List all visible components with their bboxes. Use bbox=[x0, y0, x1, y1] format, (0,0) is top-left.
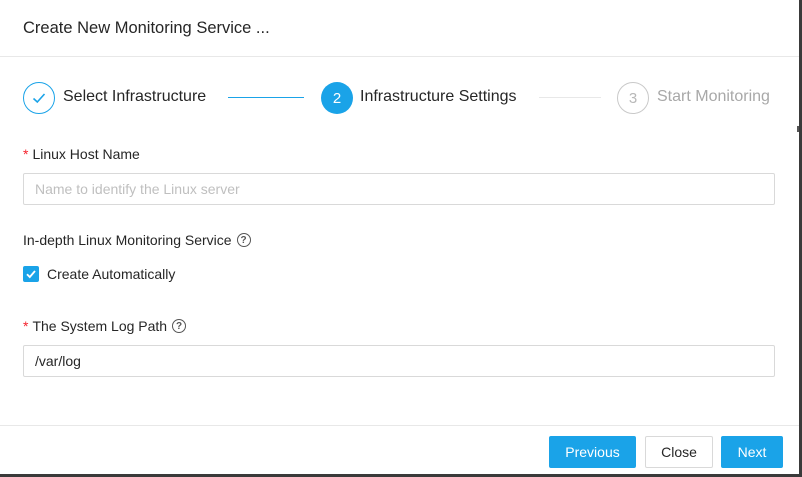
help-icon[interactable]: ? bbox=[236, 233, 251, 247]
step-3-label: Start Monitoring bbox=[657, 88, 770, 105]
indepth-label: In-depth Linux Monitoring Service ? bbox=[23, 232, 251, 248]
dialog-title: Create New Monitoring Service ... bbox=[23, 19, 270, 37]
step-2-label: Infrastructure Settings bbox=[360, 88, 517, 105]
required-mark: * bbox=[23, 146, 29, 162]
create-automatically-label[interactable]: Create Automatically bbox=[47, 266, 175, 282]
create-automatically-row[interactable]: Create Automatically bbox=[23, 266, 175, 282]
host-name-label: * Linux Host Name bbox=[23, 146, 140, 162]
step-1-label: Select Infrastructure bbox=[63, 88, 207, 105]
required-mark: * bbox=[23, 318, 29, 334]
create-monitoring-dialog: Create New Monitoring Service ... Select… bbox=[0, 0, 802, 477]
log-path-input[interactable] bbox=[23, 345, 775, 377]
scrollbar-tick bbox=[797, 126, 799, 132]
log-path-label: * The System Log Path ? bbox=[23, 318, 187, 334]
host-name-input[interactable] bbox=[23, 173, 775, 205]
step-connector-2 bbox=[539, 97, 601, 98]
step-3-number: 3 bbox=[617, 82, 649, 114]
previous-button[interactable]: Previous bbox=[549, 436, 636, 468]
step-connector-1 bbox=[228, 97, 304, 98]
check-icon bbox=[32, 93, 46, 104]
help-icon[interactable]: ? bbox=[172, 319, 187, 333]
create-automatically-checkbox[interactable] bbox=[23, 266, 39, 282]
step-1-check-icon bbox=[23, 82, 55, 114]
checkmark-icon bbox=[26, 270, 36, 279]
next-button[interactable]: Next bbox=[721, 436, 783, 468]
host-name-label-text: Linux Host Name bbox=[32, 146, 140, 162]
step-2-number: 2 bbox=[321, 82, 353, 114]
log-path-label-text: The System Log Path bbox=[32, 318, 168, 334]
steps-bar: Select Infrastructure 2 Infrastructure S… bbox=[0, 80, 799, 116]
close-button[interactable]: Close bbox=[645, 436, 713, 468]
indepth-label-text: In-depth Linux Monitoring Service bbox=[23, 232, 232, 248]
dialog-header: Create New Monitoring Service ... bbox=[0, 0, 799, 57]
